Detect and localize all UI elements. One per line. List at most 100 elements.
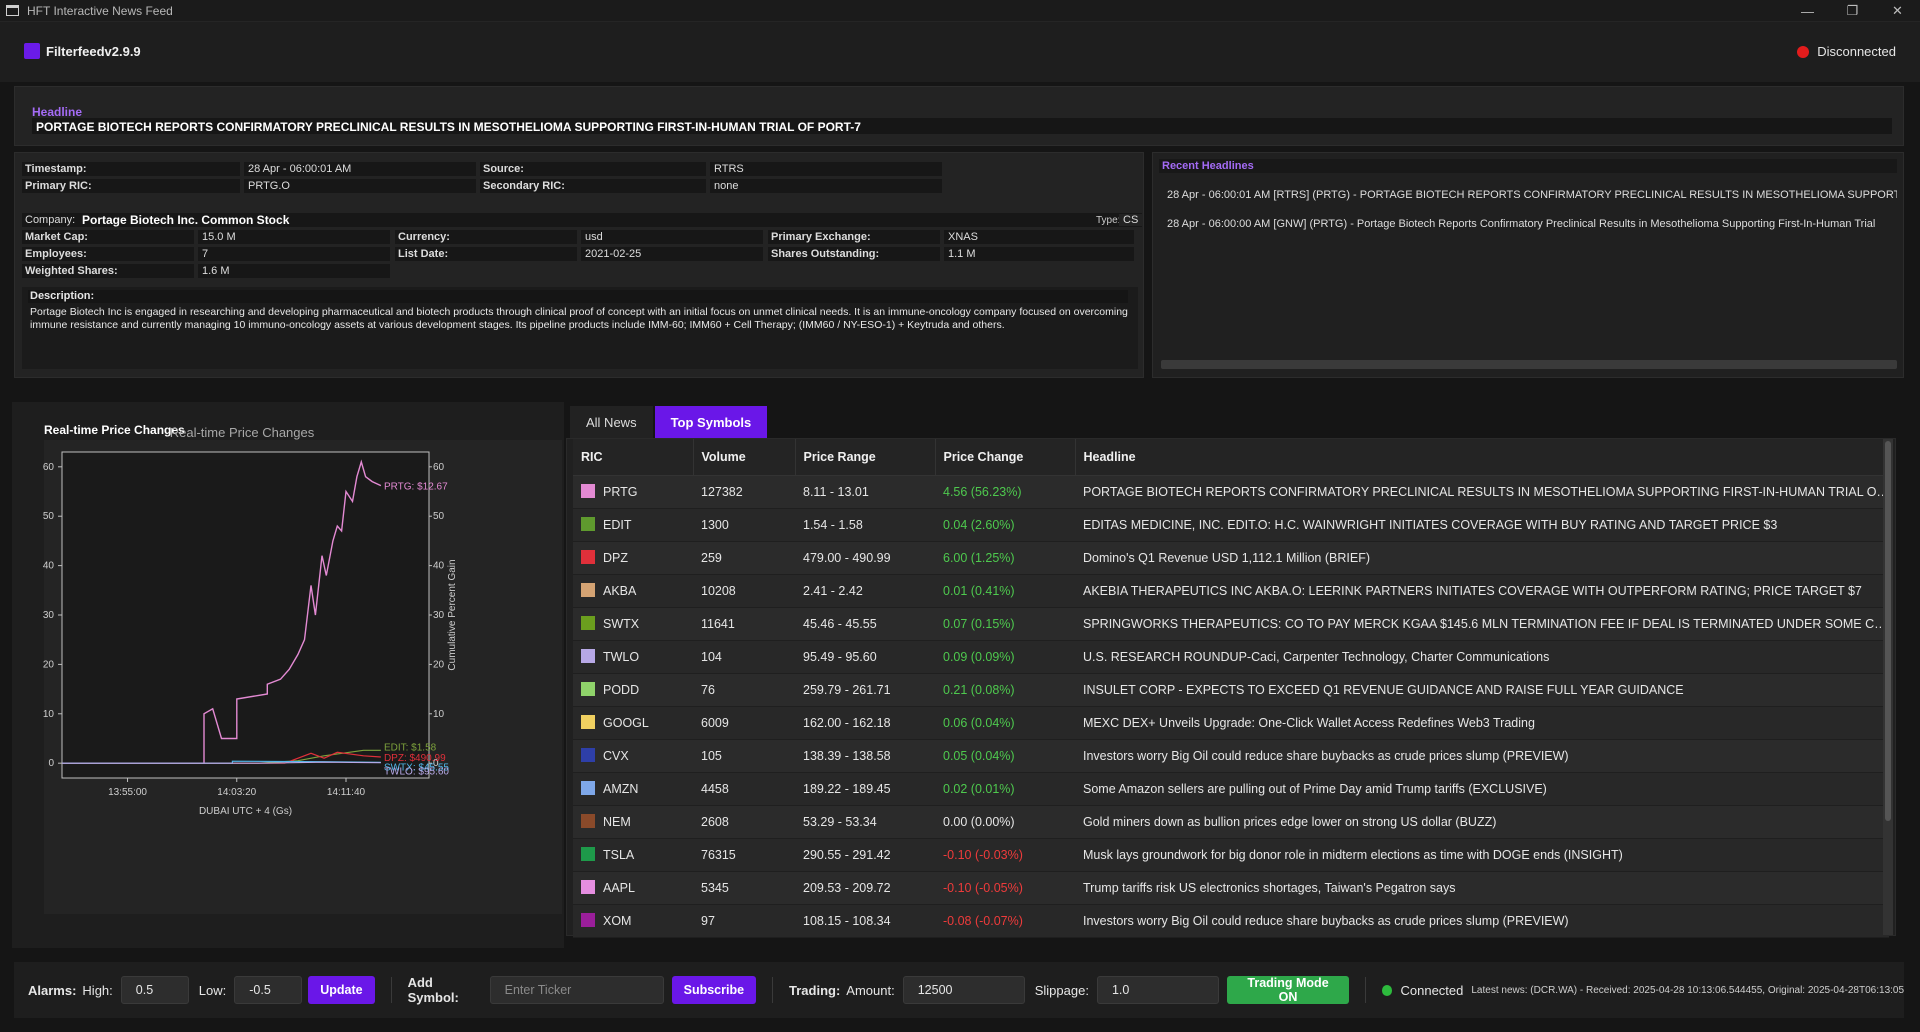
headline-cell: PORTAGE BIOTECH REPORTS CONFIRMATORY PRE… xyxy=(1075,475,1889,509)
tab-all-news[interactable]: All News xyxy=(570,406,653,438)
minimize-button[interactable]: — xyxy=(1785,0,1830,22)
headline-cell: INSULET CORP - EXPECTS TO EXCEED Q1 REVE… xyxy=(1075,673,1889,707)
timestamp-value: 28 Apr - 06:00:01 AM xyxy=(244,162,476,176)
series-color-swatch xyxy=(581,583,595,597)
price-range-cell: 189.22 - 189.45 xyxy=(795,772,935,806)
vertical-scrollbar[interactable] xyxy=(1883,439,1893,935)
ric-text: TWLO xyxy=(603,650,640,664)
slippage-label: Slippage: xyxy=(1034,982,1089,998)
source-value: RTRS xyxy=(710,162,942,176)
trading-mode-button[interactable]: Trading Mode ON xyxy=(1226,976,1350,1004)
headline-text: PORTAGE BIOTECH REPORTS CONFIRMATORY PRE… xyxy=(32,118,1892,134)
series-color-swatch xyxy=(581,748,595,762)
table-row[interactable]: TWLO 104 95.49 - 95.60 0.09 (0.09%) U.S. RES… xyxy=(573,640,1889,674)
price-range-cell: 108.15 - 108.34 xyxy=(795,904,935,938)
type-value: CS xyxy=(1119,214,1143,226)
column-header-price-change[interactable]: Price Change xyxy=(935,439,1076,476)
scrollbar-thumb[interactable] xyxy=(1885,441,1891,821)
add-symbol-label: Add Symbol: xyxy=(407,975,459,1005)
ticker-input[interactable] xyxy=(489,976,664,1004)
table-row[interactable]: NEM 2608 53.29 - 53.34 0.00 (0.00%) Gold min… xyxy=(573,805,1889,839)
update-button[interactable]: Update xyxy=(308,976,375,1004)
secondary-ric-value: none xyxy=(710,179,942,193)
timestamp-label: Timestamp: xyxy=(22,162,240,176)
x-tick-label: 13:55:00 xyxy=(108,787,147,798)
subscribe-button[interactable]: Subscribe xyxy=(671,976,757,1004)
table-row[interactable]: AAPL 5345 209.53 - 209.72 -0.10 (-0.05%) Tru… xyxy=(573,871,1889,905)
column-header-price-range[interactable]: Price Range xyxy=(795,439,936,476)
headline-cell: Gold miners down as bullion prices edge … xyxy=(1075,805,1889,839)
volume-cell: 6009 xyxy=(693,706,795,740)
table-row[interactable]: SWTX 11641 45.46 - 45.55 0.07 (0.15%) SPRING… xyxy=(573,607,1889,641)
description-text: Portage Biotech Inc is engaged in resear… xyxy=(30,306,1128,331)
y-tick-label-right: 40 xyxy=(433,561,445,572)
ric-text: AAPL xyxy=(603,881,635,895)
price-change-cell: -0.10 (-0.03%) xyxy=(935,838,1075,872)
list-date-value: 2021-02-25 xyxy=(581,247,763,261)
headline-cell: MEXC DEX+ Unveils Upgrade: One-Click Wal… xyxy=(1075,706,1889,740)
low-alarm-input[interactable] xyxy=(234,976,303,1004)
slippage-input[interactable] xyxy=(1096,976,1219,1004)
ric-cell: PRTG xyxy=(573,475,693,509)
headline-panel: Headline PORTAGE BIOTECH REPORTS CONFIRM… xyxy=(14,86,1904,146)
description-label: Description: xyxy=(28,290,1128,303)
price-chart[interactable]: Real-time Price Changes0 010 1020 2030 3040 4… xyxy=(43,425,562,914)
tab-top-symbols[interactable]: Top Symbols xyxy=(654,406,768,438)
series-color-swatch xyxy=(581,715,595,729)
high-alarm-input[interactable] xyxy=(120,976,189,1004)
table-row[interactable]: AMZN 4458 189.22 - 189.45 0.02 (0.01%) Some … xyxy=(573,772,1889,806)
table-row[interactable]: AKBA 10208 2.41 - 2.42 0.01 (0.41%) AKEBIA T… xyxy=(573,574,1889,608)
ric-cell: CVX xyxy=(573,739,693,773)
table-row[interactable]: EDIT 1300 1.54 - 1.58 0.04 (2.60%) EDITAS ME… xyxy=(573,508,1889,542)
price-range-cell: 290.55 - 291.42 xyxy=(795,838,935,872)
recent-headline-item[interactable]: 28 Apr - 06:00:00 AM [GNW] (PRTG) - Port… xyxy=(1167,218,1897,230)
chart-title: Real-time Price Changes xyxy=(170,425,315,440)
table-row[interactable]: PRTG 127382 8.11 - 13.01 4.56 (56.23%) PORTA… xyxy=(573,475,1889,509)
volume-cell: 1300 xyxy=(693,508,795,542)
app-header: Filterfeedv2.9.9 Disconnected xyxy=(0,22,1920,82)
horizontal-scrollbar[interactable] xyxy=(1161,360,1897,369)
separator xyxy=(1365,977,1367,1003)
x-axis-label: DUBAI UTC + 4 (Gs) xyxy=(199,806,292,817)
column-header-ric[interactable]: RIC xyxy=(573,439,694,476)
series-label-prtg: PRTG: $12.67 xyxy=(384,482,448,493)
recent-headline-item[interactable]: 28 Apr - 06:00:01 AM [RTRS] (PRTG) - POR… xyxy=(1167,189,1897,201)
series-label-edit: EDIT: $1.58 xyxy=(384,742,437,753)
table-row[interactable]: TSLA 76315 290.55 - 291.42 -0.10 (-0.03%) Mu… xyxy=(573,838,1889,872)
y-tick-label-right: 50 xyxy=(433,511,445,522)
top-symbols-table-panel: RIC Volume Price Range Price Change Head… xyxy=(566,438,1896,938)
table-row[interactable]: DPZ 259 479.00 - 490.99 6.00 (1.25%) Domino'… xyxy=(573,541,1889,575)
table-row[interactable]: XOM 97 108.15 - 108.34 -0.08 (-0.07%) Invest… xyxy=(573,904,1889,938)
y-tick-label-left: 60 xyxy=(43,462,55,473)
weighted-shares-label: Weighted Shares: xyxy=(22,264,194,278)
price-change-cell: 0.02 (0.01%) xyxy=(935,772,1075,806)
price-change-cell: 0.05 (0.04%) xyxy=(935,739,1075,773)
y-tick-label-left: 20 xyxy=(43,659,55,670)
tab-bar: All News Top Symbols xyxy=(570,406,768,438)
table-row[interactable]: CVX 105 138.39 - 138.58 0.05 (0.04%) Investo… xyxy=(573,739,1889,773)
amount-input[interactable] xyxy=(902,976,1025,1004)
connected-dot-icon xyxy=(1382,984,1393,996)
price-change-cell: 6.00 (1.25%) xyxy=(935,541,1075,575)
ric-cell: TWLO xyxy=(573,640,693,674)
price-change-cell: 0.01 (0.41%) xyxy=(935,574,1075,608)
shares-outstanding-label: Shares Outstanding: xyxy=(768,247,940,261)
column-header-volume[interactable]: Volume xyxy=(693,439,796,476)
table-row[interactable]: GOOGL 6009 162.00 - 162.18 0.06 (0.04%) MEXC… xyxy=(573,706,1889,740)
brand-logo-icon xyxy=(24,43,40,59)
primary-exchange-label: Primary Exchange: xyxy=(768,230,940,244)
headline-label: Headline xyxy=(32,105,83,119)
alarms-label: Alarms: xyxy=(28,982,77,998)
chart-area: Real-time Price Changes 0 0 10 10 20 20 30 30 40 4… xyxy=(43,425,562,914)
window-title-bar: HFT Interactive News Feed — ❐ ✕ xyxy=(0,0,1920,22)
maximize-button[interactable]: ❐ xyxy=(1830,0,1875,22)
y-tick-label-right: 20 xyxy=(433,659,445,670)
price-range-cell: 1.54 - 1.58 xyxy=(795,508,935,542)
recent-headlines-panel: Recent Headlines 28 Apr - 06:00:01 AM [R… xyxy=(1152,152,1904,378)
close-button[interactable]: ✕ xyxy=(1875,0,1920,22)
table-row[interactable]: PODD 76 259.79 - 261.71 0.21 (0.08%) INSULET… xyxy=(573,673,1889,707)
market-cap-label: Market Cap: xyxy=(22,230,194,244)
chart-panel: Real-time Price Changes Real-time Price … xyxy=(12,402,564,948)
ric-cell: AKBA xyxy=(573,574,693,608)
column-header-headline[interactable]: Headline xyxy=(1075,439,1890,476)
